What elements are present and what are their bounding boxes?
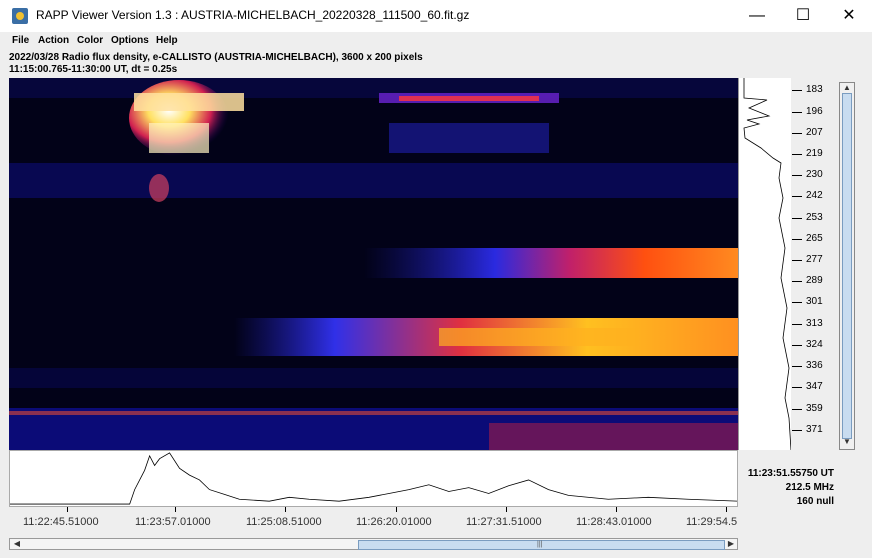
cursor-frequency-readout: 212.5 MHz <box>785 482 834 493</box>
freq-tick-301 <box>792 302 802 303</box>
horizontal-scroll-thumb[interactable]: ||| <box>358 540 725 550</box>
time-label: 11:26:20.01000 <box>356 516 432 528</box>
vertical-scroll-thumb[interactable] <box>842 93 852 439</box>
time-label: 11:29:54.5 <box>686 516 738 528</box>
time-label: 11:28:43.01000 <box>576 516 652 528</box>
freq-label: 277 <box>806 254 823 265</box>
time-tick <box>175 507 176 512</box>
freq-label: 289 <box>806 275 823 286</box>
freq-tick-336 <box>792 366 802 367</box>
freq-tick-230 <box>792 175 802 176</box>
scroll-right-arrow-icon[interactable]: ▶ <box>725 539 737 549</box>
spectrogram[interactable] <box>9 78 738 450</box>
scroll-down-arrow-icon[interactable]: ▼ <box>841 437 853 447</box>
menu-file[interactable]: File <box>12 35 29 46</box>
freq-tick-347 <box>792 387 802 388</box>
time-tick <box>396 507 397 512</box>
freq-label: 336 <box>806 360 823 371</box>
freq-tick-253 <box>792 218 802 219</box>
freq-tick-242 <box>792 196 802 197</box>
menu-options[interactable]: Options <box>111 35 149 46</box>
time-label: 11:22:45.51000 <box>23 516 99 528</box>
info-line-2: 11:15:00.765-11:30:00 UT, dt = 0.25s <box>9 64 178 75</box>
freq-tick-289 <box>792 281 802 282</box>
freq-label: 359 <box>806 403 823 414</box>
freq-label: 347 <box>806 381 823 392</box>
freq-tick-277 <box>792 260 802 261</box>
freq-label: 313 <box>806 318 823 329</box>
menu-action[interactable]: Action <box>38 35 69 46</box>
cursor-value-readout: 160 null <box>796 496 834 507</box>
close-button[interactable]: ✕ <box>826 0 872 32</box>
freq-label: 230 <box>806 169 823 180</box>
freq-tick-219 <box>792 154 802 155</box>
freq-tick-207 <box>792 133 802 134</box>
menu-help[interactable]: Help <box>156 35 178 46</box>
time-axis: 11:22:45.51000 11:23:57.01000 11:25:08.5… <box>9 507 738 537</box>
freq-label: 207 <box>806 127 823 138</box>
time-tick <box>285 507 286 512</box>
freq-label: 253 <box>806 212 823 223</box>
window-title: RAPP Viewer Version 1.3 : AUSTRIA-MICHEL… <box>36 8 470 22</box>
freq-tick-313 <box>792 324 802 325</box>
vertical-scrollbar[interactable]: ▲ ▼ <box>839 82 855 450</box>
cursor-time-readout: 11:23:51.55750 UT <box>747 468 834 479</box>
freq-label: 196 <box>806 106 823 117</box>
frequency-axis: 183 196 207 219 230 242 253 265 277 289 … <box>791 78 838 450</box>
freq-label: 301 <box>806 296 823 307</box>
scroll-left-arrow-icon[interactable]: ◀ <box>11 539 23 549</box>
window-titlebar[interactable]: RAPP Viewer Version 1.3 : AUSTRIA-MICHEL… <box>0 0 872 32</box>
info-line-1: 2022/03/28 Radio flux density, e-CALLIST… <box>9 52 423 63</box>
freq-label: 265 <box>806 233 823 244</box>
time-tick <box>67 507 68 512</box>
time-label: 11:25:08.51000 <box>246 516 322 528</box>
freq-label: 219 <box>806 148 823 159</box>
time-tick <box>616 507 617 512</box>
scroll-up-arrow-icon[interactable]: ▲ <box>841 83 853 93</box>
freq-tick-359 <box>792 409 802 410</box>
time-tick <box>726 507 727 512</box>
horizontal-scrollbar[interactable]: ◀ ||| ▶ <box>9 538 738 550</box>
time-label: 11:23:57.01000 <box>135 516 211 528</box>
freq-tick-196 <box>792 112 802 113</box>
freq-label: 183 <box>806 84 823 95</box>
maximize-button[interactable]: ☐ <box>780 0 826 32</box>
menu-bar: File Action Color Options Help <box>0 32 872 50</box>
light-curve-plot <box>9 450 738 507</box>
java-app-icon <box>12 8 28 24</box>
time-tick <box>506 507 507 512</box>
freq-label: 324 <box>806 339 823 350</box>
freq-tick-324 <box>792 345 802 346</box>
freq-label: 242 <box>806 190 823 201</box>
scroll-grip-icon: ||| <box>537 541 543 548</box>
minimize-button[interactable]: — <box>734 0 780 32</box>
freq-tick-183 <box>792 90 802 91</box>
freq-label: 371 <box>806 424 823 435</box>
freq-tick-371 <box>792 430 802 431</box>
spectral-profile-plot <box>738 78 792 450</box>
menu-color[interactable]: Color <box>77 35 103 46</box>
time-label: 11:27:31.51000 <box>466 516 542 528</box>
freq-tick-265 <box>792 239 802 240</box>
